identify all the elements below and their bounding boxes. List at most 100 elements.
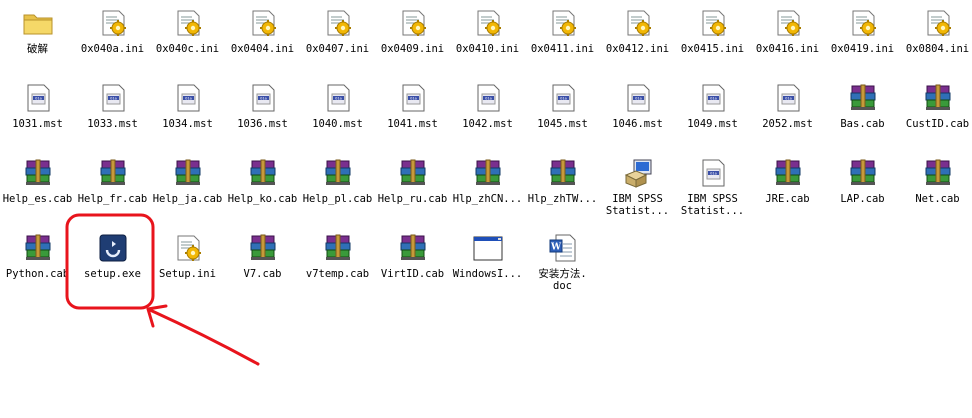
file-label: setup.exe <box>84 268 141 280</box>
file-item[interactable]: 0x0419.ini <box>825 0 900 55</box>
file-item[interactable]: 0x040a.ini <box>75 0 150 55</box>
file-item[interactable]: 0x040c.ini <box>150 0 225 55</box>
file-item[interactable]: Help_ko.cab <box>225 150 300 205</box>
file-item[interactable]: 0x0415.ini <box>675 0 750 55</box>
cab-archive-icon <box>847 157 879 189</box>
file-item[interactable]: 01a 1036.mst <box>225 75 300 130</box>
file-label: 0x0411.ini <box>530 43 595 55</box>
file-item[interactable]: 0x0804.ini <box>900 0 972 55</box>
file-item[interactable]: 0x0411.ini <box>525 0 600 55</box>
file-label: LAP.cab <box>840 193 885 205</box>
file-item[interactable]: 0x0407.ini <box>300 0 375 55</box>
file-icon-grid: 破解 0x040a.ini 0x040c.ini 0x0404.ini 0x0407.i… <box>0 0 972 418</box>
file-label: 0x0419.ini <box>830 43 895 55</box>
file-label: CustID.cab <box>905 118 970 130</box>
file-item[interactable]: setup.exe <box>75 225 150 280</box>
file-item[interactable]: Hlp_zhTW... <box>525 150 600 205</box>
file-item[interactable]: 0x0416.ini <box>750 0 825 55</box>
file-item[interactable]: Help_ru.cab <box>375 150 450 205</box>
file-item[interactable]: 0x0409.ini <box>375 0 450 55</box>
ini-file-icon <box>847 7 879 39</box>
mst-file-icon: 01a <box>772 82 804 114</box>
file-label: Python.cab <box>5 268 70 280</box>
file-label: Help_ko.cab <box>227 193 298 205</box>
file-item[interactable]: Hlp_zhCN... <box>450 150 525 205</box>
svg-text:01a: 01a <box>710 96 717 100</box>
cab-archive-icon <box>247 232 279 264</box>
file-label: 0x040a.ini <box>80 43 145 55</box>
file-item[interactable]: 0x0404.ini <box>225 0 300 55</box>
file-item[interactable]: WindowsI... <box>450 225 525 280</box>
file-item[interactable]: 01a 1046.mst <box>600 75 675 130</box>
cab-archive-icon <box>472 157 504 189</box>
file-item[interactable]: Help_pl.cab <box>300 150 375 205</box>
mst-file-icon: 01a <box>397 82 429 114</box>
file-label: 1036.mst <box>237 118 288 130</box>
ini-file-icon <box>172 232 204 264</box>
file-item[interactable]: 01a 1034.mst <box>150 75 225 130</box>
mst-file-icon: 01a <box>697 82 729 114</box>
file-item[interactable]: Bas.cab <box>825 75 900 130</box>
file-label: Help_es.cab <box>2 193 73 205</box>
cab-archive-icon <box>847 82 879 114</box>
ini-file-icon <box>322 7 354 39</box>
mst-file-icon: 01a <box>97 82 129 114</box>
mst-file-icon: 01a <box>22 82 54 114</box>
file-label: IBM SPSS Statist... <box>605 193 670 217</box>
file-label: 0x0410.ini <box>455 43 520 55</box>
file-item[interactable]: Python.cab <box>0 225 75 280</box>
file-item[interactable]: V7.cab <box>225 225 300 280</box>
file-item[interactable]: Help_fr.cab <box>75 150 150 205</box>
file-item[interactable]: 01a 1042.mst <box>450 75 525 130</box>
file-item[interactable]: JRE.cab <box>750 150 825 205</box>
file-item[interactable]: VirtID.cab <box>375 225 450 280</box>
file-item[interactable]: Help_es.cab <box>0 150 75 205</box>
file-label: 1042.mst <box>462 118 513 130</box>
file-item[interactable]: IBM SPSS Statist... <box>600 150 675 217</box>
file-item[interactable]: 01a 1041.mst <box>375 75 450 130</box>
cab-archive-icon <box>322 232 354 264</box>
word-doc-icon: W <box>547 232 579 264</box>
file-item[interactable]: v7temp.cab <box>300 225 375 280</box>
file-item[interactable]: LAP.cab <box>825 150 900 205</box>
svg-text:01a: 01a <box>185 96 192 100</box>
mst-file-icon: 01a <box>472 82 504 114</box>
ini-file-icon <box>922 7 954 39</box>
mst-file-icon: 01a <box>322 82 354 114</box>
file-label: 0x0416.ini <box>755 43 820 55</box>
file-item[interactable]: 01a 1049.mst <box>675 75 750 130</box>
file-label: WindowsI... <box>452 268 523 280</box>
cab-archive-icon <box>247 157 279 189</box>
file-label: 1046.mst <box>612 118 663 130</box>
mst-file-icon: 01a <box>622 82 654 114</box>
file-label: 0x040c.ini <box>155 43 220 55</box>
file-item[interactable]: CustID.cab <box>900 75 972 130</box>
file-item[interactable]: 01a 1033.mst <box>75 75 150 130</box>
mst-file-icon: 01a <box>172 82 204 114</box>
setup-exe-icon <box>97 232 129 264</box>
ini-file-icon <box>772 7 804 39</box>
file-label: Hlp_zhCN... <box>452 193 523 205</box>
ini-file-icon <box>397 7 429 39</box>
file-item[interactable]: 0x0412.ini <box>600 0 675 55</box>
svg-text:01a: 01a <box>785 96 792 100</box>
file-item[interactable]: Help_ja.cab <box>150 150 225 205</box>
svg-text:01a: 01a <box>260 96 267 100</box>
file-item[interactable]: 01a 2052.mst <box>750 75 825 130</box>
ini-file-icon <box>622 7 654 39</box>
file-item[interactable]: 01a 1045.mst <box>525 75 600 130</box>
file-item[interactable]: Net.cab <box>900 150 972 205</box>
file-item[interactable]: Setup.ini <box>150 225 225 280</box>
file-item[interactable]: 01a 1031.mst <box>0 75 75 130</box>
file-item[interactable]: 01a IBM SPSS Statist... <box>675 150 750 217</box>
file-item[interactable]: 破解 <box>0 0 75 55</box>
mst-file-icon: 01a <box>697 157 729 189</box>
file-item[interactable]: W 安装方法. doc <box>525 225 600 292</box>
cab-archive-icon <box>922 82 954 114</box>
file-label: 0x0409.ini <box>380 43 445 55</box>
file-item[interactable]: 0x0410.ini <box>450 0 525 55</box>
file-label: Bas.cab <box>840 118 885 130</box>
file-label: 0x0415.ini <box>680 43 745 55</box>
cab-archive-icon <box>172 157 204 189</box>
file-item[interactable]: 01a 1040.mst <box>300 75 375 130</box>
